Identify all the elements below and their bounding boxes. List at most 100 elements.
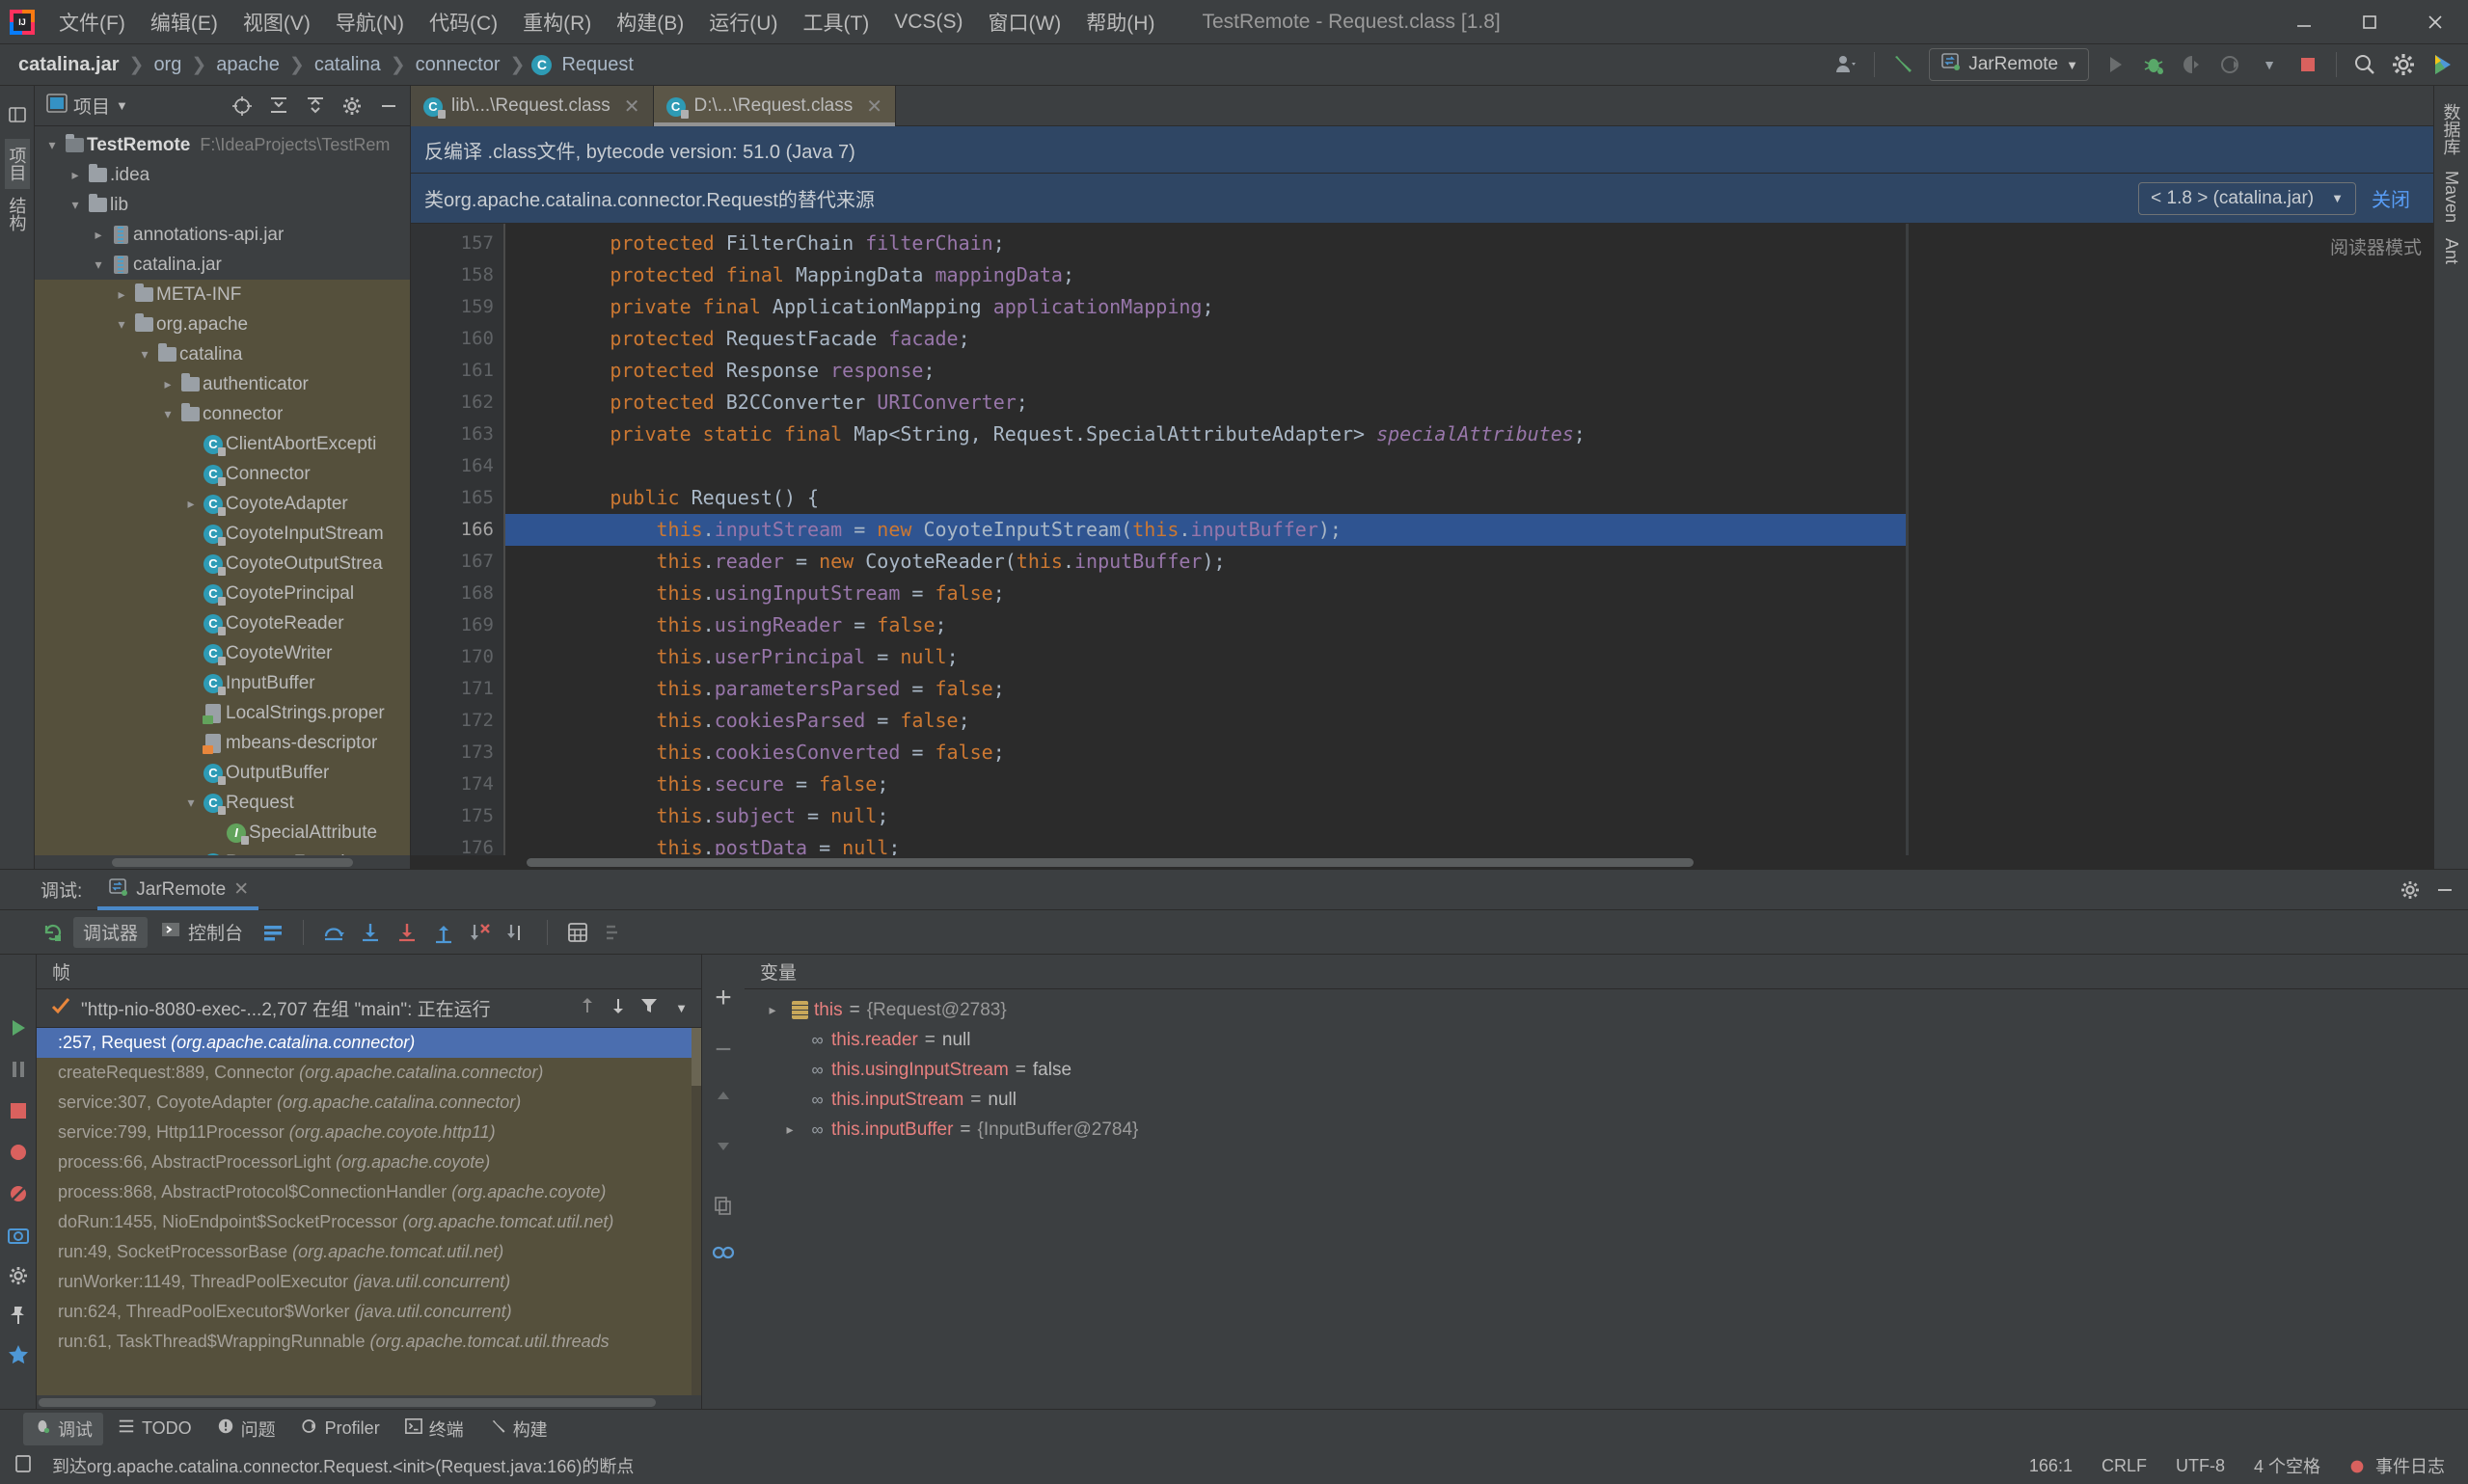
minimize-icon[interactable] xyxy=(2271,0,2337,44)
tree-node-connector[interactable]: ▾ connector xyxy=(35,399,410,429)
menu-refactor[interactable]: 重构(R) xyxy=(510,4,604,40)
variable-row[interactable]: ∞ this.reader = null xyxy=(745,1025,2468,1055)
frame-item[interactable]: process:868, AbstractProtocol$Connection… xyxy=(37,1177,701,1207)
code-line-162[interactable]: protected B2CConverter URIConverter; xyxy=(503,387,1906,418)
step-into-icon[interactable] xyxy=(354,916,387,949)
frame-item[interactable]: :257, Request (org.apache.catalina.conne… xyxy=(37,1028,701,1058)
tab-console[interactable]: 控制台 xyxy=(151,919,253,945)
tree-expand-arrow[interactable]: ▾ xyxy=(158,406,177,422)
event-log[interactable]: 事件日志 xyxy=(2340,1453,2454,1478)
profile-icon[interactable] xyxy=(2212,46,2249,83)
frame-down-icon[interactable] xyxy=(608,995,629,1022)
tree-node-mbeans-descriptor[interactable]: mbeans-descriptor xyxy=(35,728,410,758)
settings-gear-icon[interactable] xyxy=(8,1265,29,1291)
chevron-down-icon[interactable]: ▼ xyxy=(116,98,128,113)
tab-debugger[interactable]: 调试器 xyxy=(73,916,149,948)
add-watch-icon[interactable]: + xyxy=(715,984,732,1012)
code-line-176[interactable]: this.postData = null; xyxy=(503,832,1906,855)
remove-watch-icon[interactable]: − xyxy=(715,1036,732,1065)
hide-panel-icon[interactable] xyxy=(373,91,404,121)
tree-node-request[interactable]: ▾ C Request xyxy=(35,788,410,818)
breadcrumb-request[interactable]: Request xyxy=(558,52,637,78)
jar-version-select[interactable]: < 1.8 > (catalina.jar) ▼ xyxy=(2138,181,2356,215)
build-hammer-icon[interactable] xyxy=(1885,46,1921,83)
code-line-157[interactable]: protected FilterChain filterChain; xyxy=(503,228,1906,259)
close-icon[interactable]: ✕ xyxy=(233,878,249,901)
file-encoding[interactable]: UTF-8 xyxy=(2166,1456,2235,1476)
collapse-all-icon[interactable] xyxy=(300,91,331,121)
screenshot-icon[interactable] xyxy=(7,1224,30,1252)
breadcrumb-org[interactable]: org xyxy=(150,52,184,78)
frame-item[interactable]: service:307, CoyoteAdapter (org.apache.c… xyxy=(37,1088,701,1118)
line-number-173[interactable]: 173 xyxy=(411,737,503,769)
resume-program-icon[interactable] xyxy=(7,1016,30,1044)
frame-item[interactable]: createRequest:889, Connector (org.apache… xyxy=(37,1058,701,1088)
project-tree[interactable]: ▾ TestRemote F:\IdeaProjects\TestRem ▸ .idea… xyxy=(35,126,410,855)
code-line-168[interactable]: this.usingInputStream = false; xyxy=(503,578,1906,609)
code-line-167[interactable]: this.reader = new CoyoteReader(this.inpu… xyxy=(503,546,1906,578)
code-line-165[interactable]: public Request() { xyxy=(503,482,1906,514)
variable-expand-arrow[interactable]: ▸ xyxy=(777,1121,802,1138)
line-number-158[interactable]: 158 xyxy=(411,259,503,291)
expand-all-icon[interactable] xyxy=(263,91,294,121)
tree-expand-arrow[interactable]: ▾ xyxy=(181,795,201,811)
step-over-icon[interactable] xyxy=(317,916,350,949)
tree-node--idea[interactable]: ▸ .idea xyxy=(35,160,410,190)
code-line-164[interactable] xyxy=(503,450,1906,482)
bottom-tab-profiler[interactable]: Profiler xyxy=(290,1414,391,1444)
variable-row[interactable]: ▸ this = {Request@2783} xyxy=(745,995,2468,1025)
code-line-169[interactable]: this.usingReader = false; xyxy=(503,609,1906,641)
chevron-down-icon[interactable]: ▼ xyxy=(2331,191,2344,205)
tree-node-testremote[interactable]: ▾ TestRemote F:\IdeaProjects\TestRem xyxy=(35,130,410,160)
rail-label-ant[interactable]: Ant xyxy=(2441,230,2461,272)
variable-row[interactable]: ▸ ∞ this.inputBuffer = {InputBuffer@2784} xyxy=(745,1115,2468,1145)
view-breakpoints-icon[interactable] xyxy=(7,1141,30,1169)
tree-node-outputbuffer[interactable]: C OutputBuffer xyxy=(35,758,410,788)
code-line-170[interactable]: this.userPrincipal = null; xyxy=(503,641,1906,673)
tree-node-requestfacade[interactable]: ▸CRequestFacade xyxy=(35,848,410,855)
close-banner-link[interactable]: 关闭 xyxy=(2372,184,2410,212)
rail-label-maven[interactable]: Maven xyxy=(2441,163,2461,230)
line-number-174[interactable]: 174 xyxy=(411,769,503,800)
tree-expand-arrow[interactable]: ▸ xyxy=(89,227,108,243)
watch-field-icon[interactable] xyxy=(711,1243,736,1267)
frame-item[interactable]: doRun:1455, NioEndpoint$SocketProcessor … xyxy=(37,1207,701,1237)
step-out-icon[interactable] xyxy=(427,916,460,949)
maximize-icon[interactable] xyxy=(2337,0,2402,44)
code-line-173[interactable]: this.cookiesConverted = false; xyxy=(503,737,1906,769)
menu-tools[interactable]: 工具(T) xyxy=(790,4,881,40)
tree-expand-arrow[interactable]: ▾ xyxy=(89,256,108,273)
frame-item[interactable]: process:66, AbstractProcessorLight (org.… xyxy=(37,1147,701,1177)
code-line-175[interactable]: this.subject = null; xyxy=(503,800,1906,832)
tree-expand-arrow[interactable]: ▾ xyxy=(135,346,154,363)
force-step-into-icon[interactable] xyxy=(391,916,423,949)
close-icon[interactable]: ✕ xyxy=(624,94,640,119)
tree-node-clientabortexcepti[interactable]: C ClientAbortExcepti xyxy=(35,429,410,459)
line-number-157[interactable]: 157 xyxy=(411,228,503,259)
line-number-166[interactable]: 166 xyxy=(411,514,523,546)
user-icon[interactable] xyxy=(1828,46,1864,83)
frames-vscrollbar[interactable] xyxy=(692,1028,701,1395)
breadcrumb[interactable]: catalina.jar ❯ org ❯ apache ❯ catalina ❯… xyxy=(0,52,637,78)
tree-node-coyoteoutputstrea[interactable]: C CoyoteOutputStrea xyxy=(35,549,410,579)
settings-gear-icon[interactable] xyxy=(2385,46,2422,83)
line-separator[interactable]: CRLF xyxy=(2092,1456,2156,1476)
tree-node-coyotewriter[interactable]: C CoyoteWriter xyxy=(35,638,410,668)
tree-expand-arrow[interactable]: ▾ xyxy=(42,137,62,153)
breadcrumb-connector[interactable]: connector xyxy=(413,52,503,78)
frame-item[interactable]: run:61, TaskThread$WrappingRunnable (org… xyxy=(37,1327,701,1357)
settings-gear-icon[interactable] xyxy=(2395,875,2426,905)
tree-node-catalina[interactable]: ▾ catalina xyxy=(35,339,410,369)
line-number-167[interactable]: 167 xyxy=(411,546,503,578)
line-number-164[interactable]: 164 xyxy=(411,450,503,482)
debug-session-tab[interactable]: JarRemote ✕ xyxy=(97,870,258,910)
tree-node-coyotereader[interactable]: C CoyoteReader xyxy=(35,608,410,638)
line-number-162[interactable]: 162 xyxy=(411,387,503,418)
tree-node-authenticator[interactable]: ▸ authenticator xyxy=(35,369,410,399)
layout-icon[interactable] xyxy=(257,916,289,949)
line-number-161[interactable]: 161 xyxy=(411,355,503,387)
code-line-160[interactable]: protected RequestFacade facade; xyxy=(503,323,1906,355)
menu-help[interactable]: 帮助(H) xyxy=(1073,4,1167,40)
tree-expand-arrow[interactable]: ▾ xyxy=(112,316,131,333)
code-line-159[interactable]: private final ApplicationMapping applica… xyxy=(503,291,1906,323)
